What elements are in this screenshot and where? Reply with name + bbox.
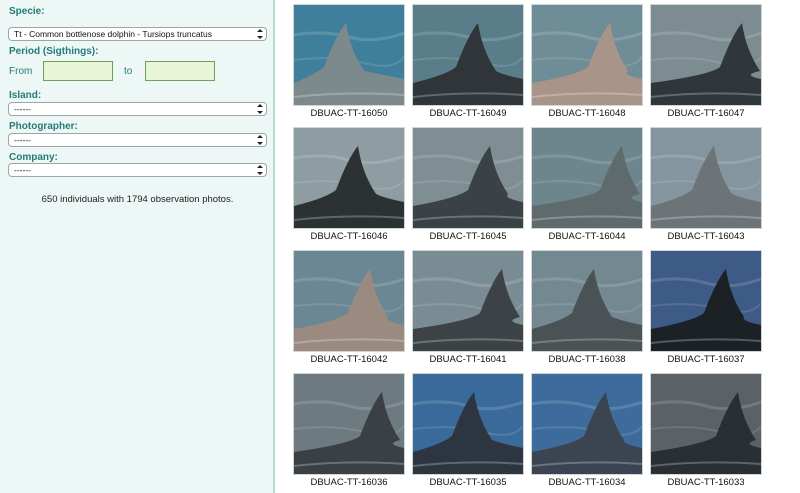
dolphin-fin-photo[interactable] — [650, 127, 762, 229]
gallery-item[interactable]: DBUAC-TT-16037 — [650, 250, 762, 365]
select-arrows-icon — [257, 135, 263, 145]
gallery-item-caption: DBUAC-TT-16044 — [548, 231, 626, 242]
dolphin-fin-photo[interactable] — [531, 250, 643, 352]
gallery-item-caption: DBUAC-TT-16050 — [310, 108, 388, 119]
gallery-item-caption: DBUAC-TT-16036 — [310, 477, 388, 488]
filter-sidebar: Specie: Tt - Common bottlenose dolphin -… — [0, 0, 275, 493]
gallery-item-caption: DBUAC-TT-16047 — [667, 108, 745, 119]
dolphin-fin-photo[interactable] — [412, 4, 524, 106]
gallery-item-caption: DBUAC-TT-16043 — [667, 231, 745, 242]
gallery-item[interactable]: DBUAC-TT-16049 — [412, 4, 524, 119]
specie-label: Specie: — [9, 6, 45, 17]
dolphin-fin-photo[interactable] — [531, 4, 643, 106]
gallery-item[interactable]: DBUAC-TT-16044 — [531, 127, 643, 242]
specie-select[interactable]: Tt - Common bottlenose dolphin - Tursiop… — [8, 27, 267, 41]
dolphin-fin-photo[interactable] — [531, 127, 643, 229]
gallery-item-caption: DBUAC-TT-16042 — [310, 354, 388, 365]
gallery-item-caption: DBUAC-TT-16033 — [667, 477, 745, 488]
dolphin-fin-photo[interactable] — [412, 127, 524, 229]
dolphin-fin-photo[interactable] — [293, 250, 405, 352]
gallery-item[interactable]: DBUAC-TT-16033 — [650, 373, 762, 488]
from-label: From — [9, 66, 33, 77]
dolphin-fin-photo[interactable] — [650, 4, 762, 106]
dolphin-fin-photo[interactable] — [293, 127, 405, 229]
gallery-item-caption: DBUAC-TT-16045 — [429, 231, 507, 242]
photographer-label: Photographer: — [9, 121, 78, 132]
gallery-item[interactable]: DBUAC-TT-16045 — [412, 127, 524, 242]
dolphin-fin-photo[interactable] — [531, 373, 643, 475]
island-select-value: ------ — [14, 104, 31, 114]
gallery-item[interactable]: DBUAC-TT-16046 — [293, 127, 405, 242]
gallery-item[interactable]: DBUAC-TT-16038 — [531, 250, 643, 365]
photographer-select-value: ------ — [14, 135, 31, 145]
dolphin-fin-photo[interactable] — [293, 373, 405, 475]
company-select-value: ------ — [14, 165, 31, 175]
photographer-select[interactable]: ------ — [8, 133, 267, 147]
island-label: Island: — [9, 90, 42, 101]
gallery-item-caption: DBUAC-TT-16037 — [667, 354, 745, 365]
gallery-item[interactable]: DBUAC-TT-16035 — [412, 373, 524, 488]
dolphin-fin-photo[interactable] — [293, 4, 405, 106]
gallery-item[interactable]: DBUAC-TT-16043 — [650, 127, 762, 242]
gallery-item-caption: DBUAC-TT-16034 — [548, 477, 626, 488]
gallery-item-caption: DBUAC-TT-16035 — [429, 477, 507, 488]
specie-select-value: Tt - Common bottlenose dolphin - Tursiop… — [14, 29, 212, 39]
gallery-item[interactable]: DBUAC-TT-16041 — [412, 250, 524, 365]
select-arrows-icon — [257, 29, 263, 39]
period-label: Period (Sigthings): — [9, 46, 99, 57]
gallery-item-caption: DBUAC-TT-16038 — [548, 354, 626, 365]
dolphin-fin-photo[interactable] — [412, 250, 524, 352]
gallery-item[interactable]: DBUAC-TT-16048 — [531, 4, 643, 119]
company-select[interactable]: ------ — [8, 163, 267, 177]
gallery-item-caption: DBUAC-TT-16048 — [548, 108, 626, 119]
gallery-item-caption: DBUAC-TT-16049 — [429, 108, 507, 119]
gallery-item[interactable]: DBUAC-TT-16036 — [293, 373, 405, 488]
date-from-input[interactable] — [43, 61, 113, 81]
gallery-item[interactable]: DBUAC-TT-16047 — [650, 4, 762, 119]
date-to-input[interactable] — [145, 61, 215, 81]
company-label: Company: — [9, 152, 58, 163]
dolphin-fin-photo[interactable] — [650, 250, 762, 352]
dolphin-fin-photo[interactable] — [650, 373, 762, 475]
gallery-item-caption: DBUAC-TT-16041 — [429, 354, 507, 365]
gallery-item[interactable]: DBUAC-TT-16042 — [293, 250, 405, 365]
select-arrows-icon — [257, 165, 263, 175]
results-summary: 650 individuals with 1794 observation ph… — [41, 194, 234, 205]
gallery-item[interactable]: DBUAC-TT-16034 — [531, 373, 643, 488]
gallery-item-caption: DBUAC-TT-16046 — [310, 231, 388, 242]
select-arrows-icon — [257, 104, 263, 114]
dolphin-fin-photo[interactable] — [412, 373, 524, 475]
gallery-item[interactable]: DBUAC-TT-16050 — [293, 4, 405, 119]
island-select[interactable]: ------ — [8, 102, 267, 116]
to-label: to — [124, 66, 133, 77]
